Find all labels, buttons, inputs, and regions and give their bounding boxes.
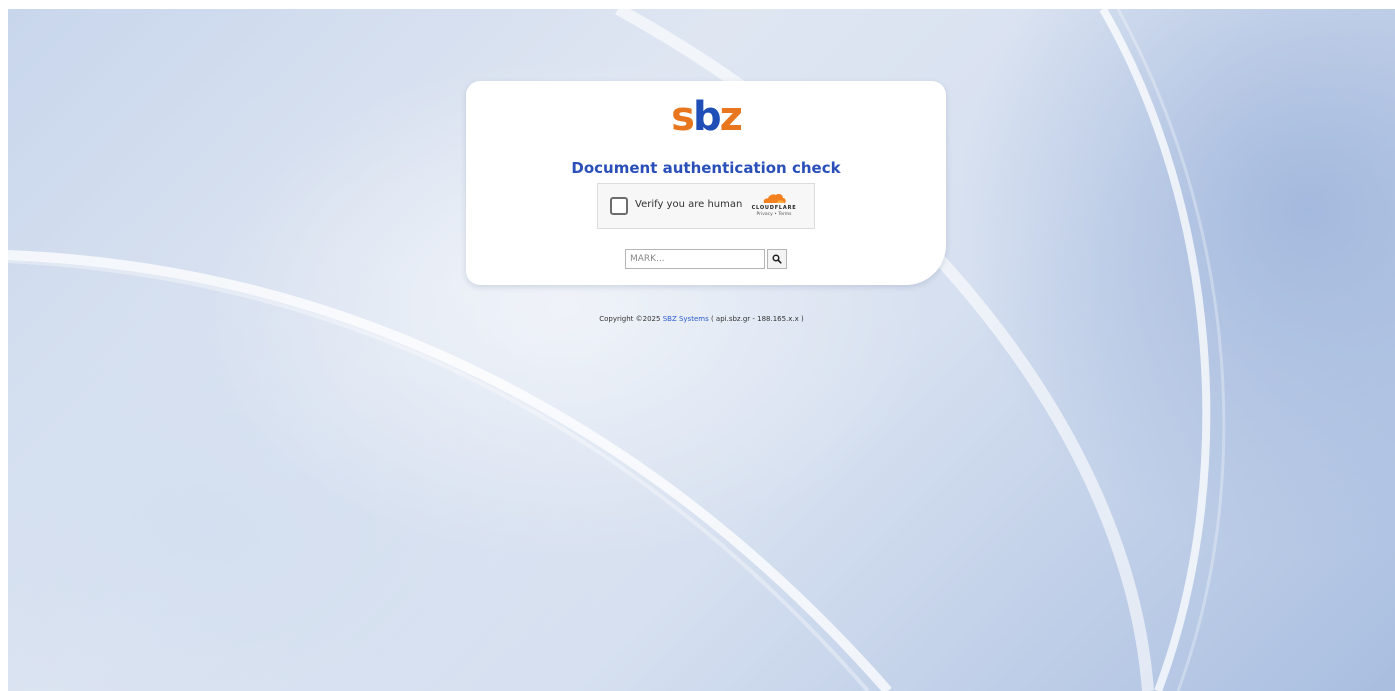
server-info-text: ( api.sbz.gr - 188.165.x.x ) <box>710 315 804 323</box>
page-footer: Copyright ©2025 SBZ Systems ( api.sbz.gr… <box>8 315 1395 323</box>
logo-letter-z: z <box>719 94 743 140</box>
search-icon <box>772 253 782 264</box>
logo-letter-s: s <box>671 94 695 140</box>
mark-search-input[interactable] <box>625 249 765 269</box>
captcha-widget: Verify you are human CLOUDFLARE Privacy … <box>597 183 815 229</box>
auth-card: sbz Document authentication check Verify… <box>466 81 946 285</box>
verify-human-label: Verify you are human <box>635 199 743 210</box>
page-background: sbz Document authentication check Verify… <box>8 9 1395 691</box>
cloudflare-cloud-icon <box>763 194 786 203</box>
cloudflare-branding: CLOUDFLARE Privacy • Terms <box>744 192 804 222</box>
logo-letter-b: b <box>692 94 722 140</box>
verify-human-checkbox[interactable] <box>610 197 628 215</box>
sbz-systems-link[interactable]: SBZ Systems <box>663 315 709 323</box>
page-title: Document authentication check <box>571 159 841 177</box>
search-button[interactable] <box>767 249 787 269</box>
sbz-logo: sbz <box>466 95 946 139</box>
copyright-text: Copyright ©2025 <box>599 315 661 323</box>
cloudflare-privacy-terms-links[interactable]: Privacy • Terms <box>744 212 804 217</box>
cloudflare-wordmark: CLOUDFLARE <box>751 205 797 211</box>
